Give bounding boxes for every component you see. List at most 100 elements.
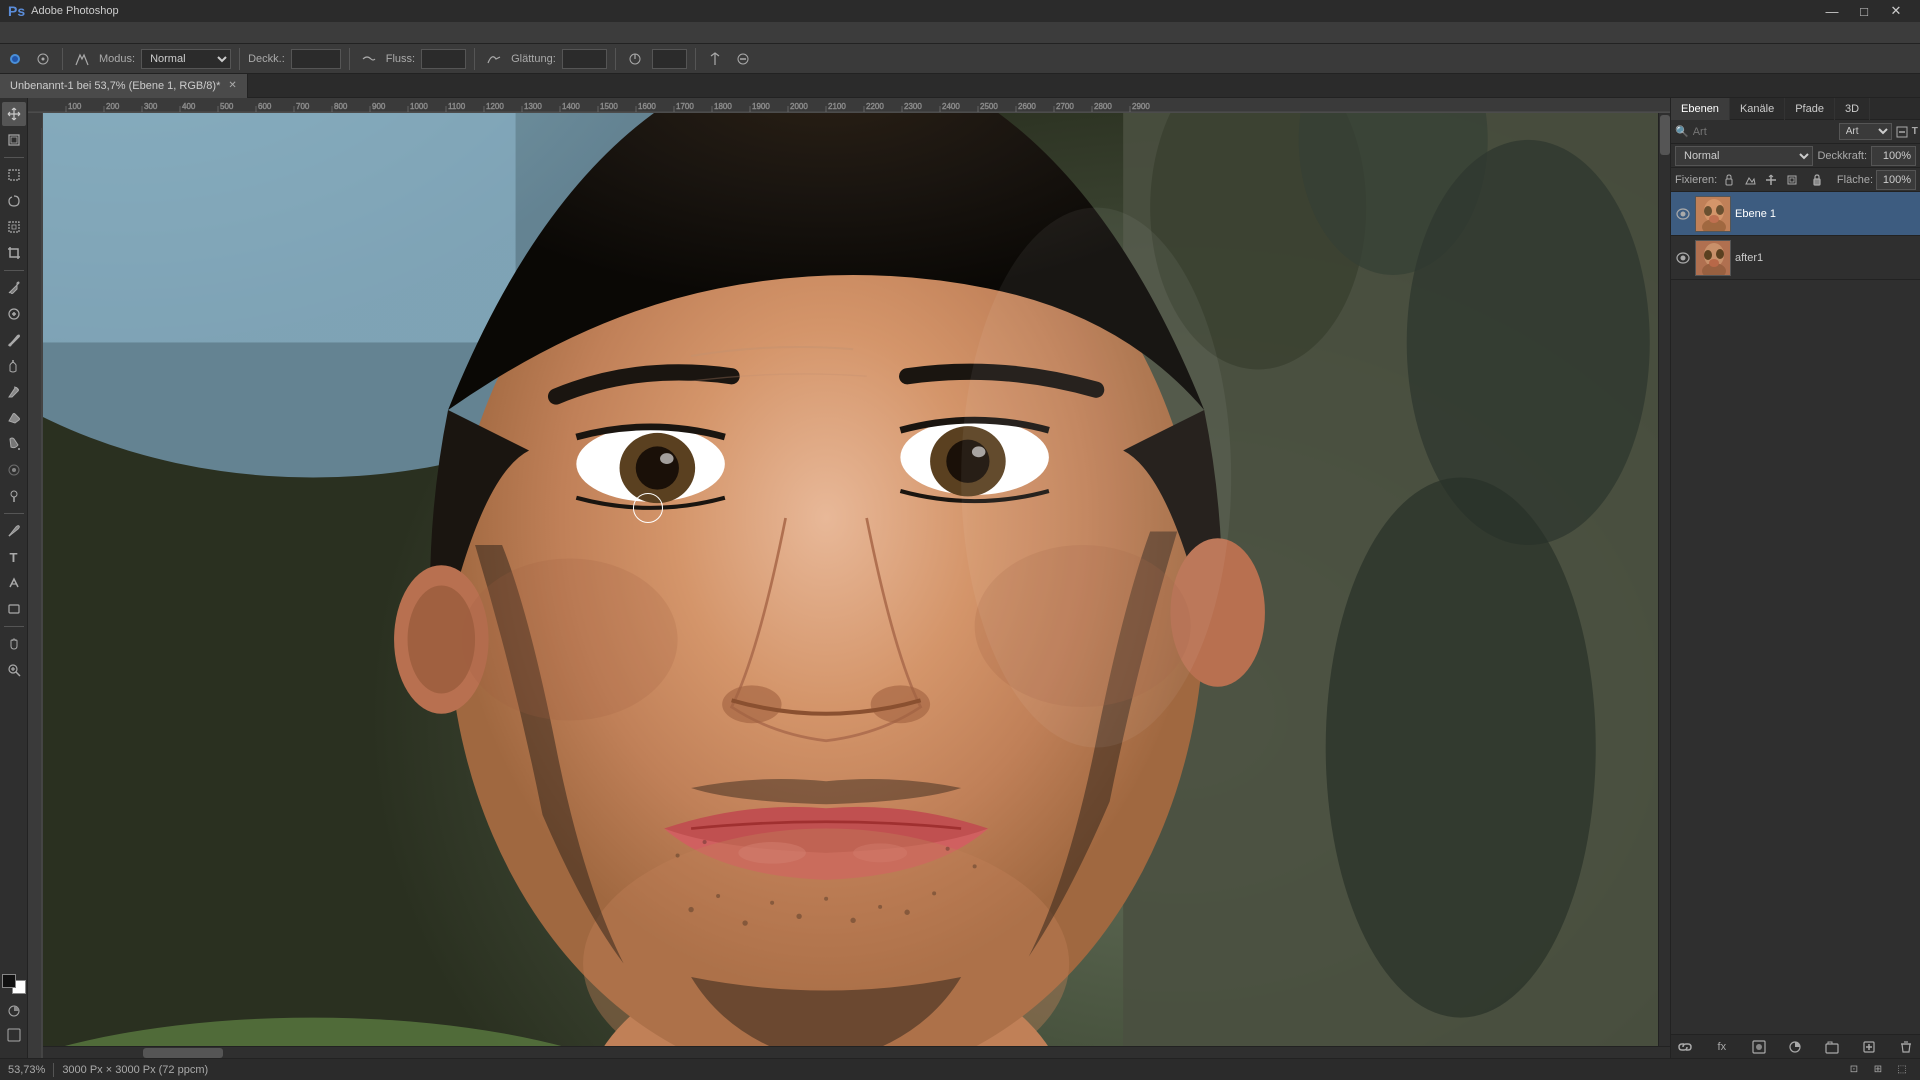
marquee-tool-button[interactable] (2, 163, 26, 187)
svg-text:2500: 2500 (980, 102, 998, 111)
lock-position-button[interactable] (1762, 171, 1780, 189)
brush-picker[interactable] (32, 48, 54, 70)
layer-search-input[interactable] (1693, 126, 1835, 138)
status-zoom-fit[interactable]: ⊡ (1844, 1060, 1864, 1080)
svg-text:1000: 1000 (410, 102, 428, 111)
lock-image-button[interactable] (1741, 171, 1759, 189)
close-button[interactable]: ✕ (1880, 0, 1912, 22)
move-tool-button[interactable] (2, 102, 26, 126)
symmetry-icon[interactable] (704, 48, 726, 70)
layer-mask-button[interactable] (1749, 1037, 1769, 1057)
svg-text:1400: 1400 (562, 102, 580, 111)
eraser-button[interactable] (2, 406, 26, 430)
tab-close-button[interactable]: ✕ (228, 80, 236, 91)
shape-tool-button[interactable] (2, 597, 26, 621)
layer-item-after1[interactable]: after1 (1671, 236, 1920, 280)
status-right-controls: ⊡ ⊞ ⬚ (1844, 1060, 1912, 1080)
screen-mode-button[interactable] (3, 1024, 25, 1046)
document-tab[interactable]: Unbenannt-1 bei 53,7% (Ebene 1, RGB/8)* … (0, 74, 248, 98)
lock-all-button[interactable] (1808, 171, 1826, 189)
brush-mode-icon[interactable] (71, 48, 93, 70)
separator6 (695, 48, 696, 70)
tool-preset-picker[interactable] (4, 48, 26, 70)
layer-type-filter[interactable]: Art Name (1839, 123, 1892, 140)
layer-name-ebene1: Ebene 1 (1735, 208, 1916, 220)
tab-kanale[interactable]: Kanäle (1730, 98, 1785, 120)
flache-value[interactable] (1876, 170, 1916, 190)
svg-text:100: 100 (68, 102, 82, 111)
lock-artboard-button[interactable] (1783, 171, 1801, 189)
zoom-tool-button[interactable] (2, 658, 26, 682)
angle-icon[interactable] (624, 48, 646, 70)
layer-visibility-after1[interactable] (1675, 250, 1691, 266)
ruler-top-svg: 100 200 300 400 500 600 700 800 900 1000… (28, 98, 1670, 113)
quick-mask-button[interactable] (3, 1000, 25, 1022)
tool-separator-3 (4, 513, 24, 514)
object-select-button[interactable] (2, 215, 26, 239)
crop-tool-button[interactable] (2, 241, 26, 265)
clone-stamp-button[interactable] (2, 354, 26, 378)
layer-link-button[interactable] (1675, 1037, 1695, 1057)
path-select-button[interactable] (2, 571, 26, 595)
pen-tool-button[interactable] (2, 519, 26, 543)
canvas-wrapper: 100 200 300 400 500 600 700 800 900 1000… (28, 98, 1670, 1058)
airbrush-icon[interactable] (358, 48, 380, 70)
layer-thumb-ebene1 (1695, 196, 1731, 232)
angle-input[interactable]: 0° (652, 49, 687, 69)
ruler-left (28, 113, 43, 1058)
paint-bucket-button[interactable] (2, 432, 26, 456)
photo-canvas[interactable] (43, 113, 1670, 1058)
layer-group-button[interactable] (1822, 1037, 1842, 1057)
svg-text:900: 900 (372, 102, 386, 111)
glattung-input[interactable]: 0% (562, 49, 607, 69)
separator1 (62, 48, 63, 70)
history-brush-button[interactable] (2, 380, 26, 404)
fluss-input[interactable]: 3% (421, 49, 466, 69)
lock-transparency-button[interactable] (1720, 171, 1738, 189)
blend-mode-select[interactable]: Normal Multiplizieren Abblenden Aufhelle… (1675, 146, 1813, 166)
healing-brush-button[interactable] (2, 302, 26, 326)
blend-mode-row: Normal Multiplizieren Abblenden Aufhelle… (1671, 144, 1920, 168)
brush-tool-button[interactable] (2, 328, 26, 352)
layer-effect-button[interactable]: fx (1712, 1037, 1732, 1057)
blur-tool-button[interactable] (2, 458, 26, 482)
layer-visibility-ebene1[interactable] (1675, 206, 1691, 222)
layer-adjustment-button[interactable] (1785, 1037, 1805, 1057)
status-arrange[interactable]: ⬚ (1892, 1060, 1912, 1080)
svg-text:1100: 1100 (448, 102, 466, 111)
new-layer-button[interactable] (1859, 1037, 1879, 1057)
tab-ebenen[interactable]: Ebenen (1671, 98, 1730, 120)
color-mode-icon[interactable] (0, 972, 28, 996)
layer-item-ebene1[interactable]: Ebene 1 (1671, 192, 1920, 236)
filter-text-icon[interactable]: T (1912, 123, 1918, 141)
eyedropper-button[interactable] (2, 276, 26, 300)
status-grid-toggle[interactable]: ⊞ (1868, 1060, 1888, 1080)
deckkraft-value[interactable] (1871, 146, 1916, 166)
svg-text:2900: 2900 (1132, 102, 1150, 111)
right-panel: Ebenen Kanäle Pfade 3D 🔍 Art Name T (1670, 98, 1920, 1058)
lasso-tool-button[interactable] (2, 189, 26, 213)
svg-text:1500: 1500 (600, 102, 618, 111)
svg-text:1200: 1200 (486, 102, 504, 111)
svg-text:2200: 2200 (866, 102, 884, 111)
dodge-burn-button[interactable] (2, 484, 26, 508)
smoothing-icon[interactable] (483, 48, 505, 70)
canvas-area[interactable] (28, 113, 1670, 1058)
tab-3d[interactable]: 3D (1835, 98, 1870, 120)
maximize-button[interactable]: □ (1848, 0, 1880, 22)
tab-pfade[interactable]: Pfade (1785, 98, 1835, 120)
text-tool-button[interactable]: T (2, 545, 26, 569)
filter-pixel-icon[interactable] (1896, 123, 1908, 141)
fluss-label: Fluss: (386, 53, 415, 65)
ruler-left-svg (28, 113, 43, 1058)
svg-text:2700: 2700 (1056, 102, 1074, 111)
scroll-right[interactable] (1658, 113, 1670, 1058)
scroll-bottom[interactable] (43, 1046, 1670, 1058)
delete-layer-button[interactable] (1896, 1037, 1916, 1057)
extra-settings-icon[interactable] (732, 48, 754, 70)
minimize-button[interactable]: — (1816, 0, 1848, 22)
hand-tool-button[interactable] (2, 632, 26, 656)
deckkraft-input[interactable]: 100% (291, 49, 341, 69)
modus-select[interactable]: Normal Multiplizieren Abblenden (141, 49, 231, 69)
artboard-tool-button[interactable] (2, 128, 26, 152)
